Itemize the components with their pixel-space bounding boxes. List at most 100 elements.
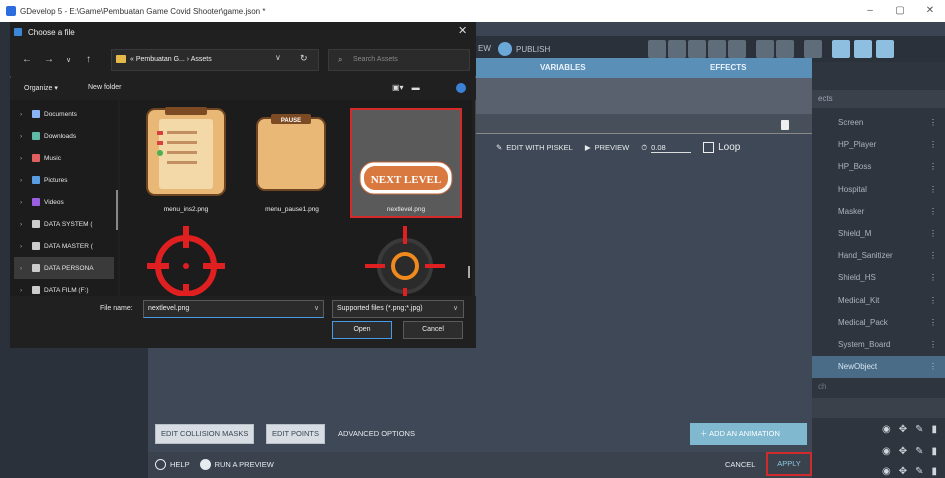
more-options-icon[interactable]: ⋮	[929, 290, 937, 312]
object-list-item[interactable]: Hand_Sanitizer ⋮	[812, 245, 945, 267]
play-circle-icon[interactable]	[199, 459, 211, 470]
chevron-right-icon[interactable]: ›	[20, 155, 28, 162]
scene-icon[interactable]	[648, 40, 666, 58]
grid-scrollbar[interactable]	[468, 266, 470, 278]
file-type-select[interactable]: Supported files (*.png;*.jpg)	[332, 300, 464, 318]
more-options-icon[interactable]: ⋮	[929, 112, 937, 134]
chevron-down-icon[interactable]: ∨	[453, 304, 458, 312]
chevron-right-icon[interactable]: ›	[20, 221, 28, 228]
edit-collision-masks-button[interactable]: EDIT COLLISION MASKS	[155, 424, 255, 444]
sidebar-item[interactable]: › Documents	[14, 103, 114, 125]
cancel-file-button[interactable]: Cancel	[403, 321, 463, 339]
loop-checkbox[interactable]	[703, 142, 715, 153]
back-arrow-icon[interactable]: ←	[22, 54, 32, 65]
pencil-icon[interactable]: ✎	[915, 466, 923, 477]
objects-icon[interactable]	[668, 40, 686, 58]
file-thumb-nextlevel[interactable]: NEXT LEVEL	[358, 160, 454, 196]
recent-chevron-icon[interactable]: ∨	[66, 56, 71, 64]
object-list-item[interactable]: System_Board ⋮	[812, 334, 945, 356]
more-options-icon[interactable]: ⋮	[929, 201, 937, 223]
edit-with-piskel-button[interactable]: EDIT WITH PISKEL	[506, 143, 573, 152]
trash-icon[interactable]: ▮	[931, 446, 937, 457]
help-icon[interactable]	[456, 83, 466, 93]
apply-button[interactable]: APPLY	[766, 452, 812, 476]
object-list-item[interactable]: NewObject ⋮	[812, 356, 945, 379]
sidebar-item[interactable]: › DATA PERSONA	[14, 257, 114, 279]
zoom-icon[interactable]	[854, 40, 872, 58]
trash-icon[interactable]: ▮	[931, 424, 937, 435]
tab-variables[interactable]: VARIABLES	[540, 63, 586, 72]
layers-icon[interactable]	[708, 40, 726, 58]
more-options-icon[interactable]: ⋮	[929, 267, 937, 289]
help-icon[interactable]	[155, 459, 166, 470]
help-button[interactable]: HELP	[170, 460, 190, 469]
settings-icon[interactable]	[876, 40, 894, 58]
edit-icon[interactable]	[688, 40, 706, 58]
object-list-item[interactable]: Masker ⋮	[812, 201, 945, 223]
tab-effects[interactable]: EFFECTS	[710, 63, 746, 72]
refresh-icon[interactable]: ↻	[300, 53, 308, 64]
organize-menu[interactable]: Organize ▾	[24, 84, 58, 92]
file-thumb-menu-pause1[interactable]: PAUSE	[255, 112, 327, 192]
sidebar-scrollbar[interactable]	[116, 190, 118, 230]
view-mode-icon[interactable]: ▣▾	[392, 83, 404, 92]
more-options-icon[interactable]: ⋮	[929, 356, 937, 378]
open-button[interactable]: Open	[332, 321, 392, 339]
chevron-right-icon[interactable]: ›	[20, 199, 28, 206]
sidebar-item[interactable]: › Pictures	[14, 169, 114, 191]
object-list-item[interactable]: Screen ⋮	[812, 112, 945, 134]
up-arrow-icon[interactable]: ↑	[86, 54, 91, 65]
frame-timing-input[interactable]: 0.08	[651, 143, 692, 153]
delete-animation-icon[interactable]	[781, 120, 789, 130]
instances-icon[interactable]	[728, 40, 746, 58]
move-icon[interactable]: ✥	[899, 446, 907, 457]
more-options-icon[interactable]: ⋮	[929, 312, 937, 334]
more-options-icon[interactable]: ⋮	[929, 134, 937, 156]
file-thumb-crosshair-red[interactable]	[145, 224, 227, 296]
move-icon[interactable]: ✥	[899, 466, 907, 477]
more-options-icon[interactable]: ⋮	[929, 245, 937, 267]
close-icon[interactable]: ✕	[458, 24, 467, 37]
events-icon[interactable]	[804, 40, 822, 58]
close-window-button[interactable]: ✕	[915, 0, 945, 22]
chevron-right-icon[interactable]: ›	[20, 287, 28, 294]
chevron-right-icon[interactable]: ›	[20, 265, 28, 272]
objects-search-input[interactable]: ch	[812, 378, 945, 396]
more-options-icon[interactable]: ⋮	[929, 334, 937, 356]
move-icon[interactable]: ✥	[899, 424, 907, 435]
more-options-icon[interactable]: ⋮	[929, 179, 937, 201]
file-thumb-menu-ins2[interactable]	[145, 105, 227, 197]
address-bar[interactable]: « Pembuatan G... › Assets	[111, 49, 319, 71]
run-preview-button[interactable]: RUN A PREVIEW	[215, 460, 274, 469]
file-thumb-crosshair-orange[interactable]	[360, 224, 450, 296]
sidebar-item[interactable]: › Downloads	[14, 125, 114, 147]
trash-icon[interactable]: ▮	[931, 466, 937, 477]
advanced-options-button[interactable]: ADVANCED OPTIONS	[338, 429, 415, 438]
sidebar-item[interactable]: › DATA MASTER (	[14, 235, 114, 257]
more-options-icon[interactable]: ⋮	[929, 156, 937, 178]
object-list-item[interactable]: Hospital ⋮	[812, 179, 945, 201]
object-list-item[interactable]: HP_Player ⋮	[812, 134, 945, 156]
layer-row[interactable]: ◉ ✥ ✎ ▮	[812, 420, 945, 440]
layer-row[interactable]: ◉ ✥ ✎ ▮	[812, 442, 945, 462]
preview-button[interactable]: PREVIEW	[595, 143, 630, 152]
chevron-right-icon[interactable]: ›	[20, 133, 28, 140]
sidebar-item[interactable]: › DATA SYSTEM (	[14, 213, 114, 235]
sidebar-item[interactable]: › Music	[14, 147, 114, 169]
undo-icon[interactable]	[756, 40, 774, 58]
file-name-input[interactable]: nextlevel.png	[143, 300, 324, 318]
publish-button[interactable]: PUBLISH	[498, 42, 550, 56]
eye-icon[interactable]: ◉	[882, 424, 891, 435]
chevron-down-icon[interactable]: ∨	[275, 53, 281, 62]
grid-icon[interactable]	[832, 40, 850, 58]
pencil-icon[interactable]: ✎	[915, 446, 923, 457]
forward-arrow-icon[interactable]: →	[44, 54, 54, 65]
add-animation-button[interactable]: ＋ ADD AN ANIMATION	[690, 423, 807, 445]
preview-pane-icon[interactable]: ▬	[412, 83, 420, 92]
pencil-icon[interactable]: ✎	[915, 424, 923, 435]
cancel-button[interactable]: CANCEL	[725, 460, 755, 469]
object-list-item[interactable]: Medical_Kit ⋮	[812, 290, 945, 312]
new-folder-button[interactable]: New folder	[88, 84, 121, 91]
search-input[interactable]: Search Assets	[328, 49, 470, 71]
more-options-icon[interactable]: ⋮	[929, 223, 937, 245]
